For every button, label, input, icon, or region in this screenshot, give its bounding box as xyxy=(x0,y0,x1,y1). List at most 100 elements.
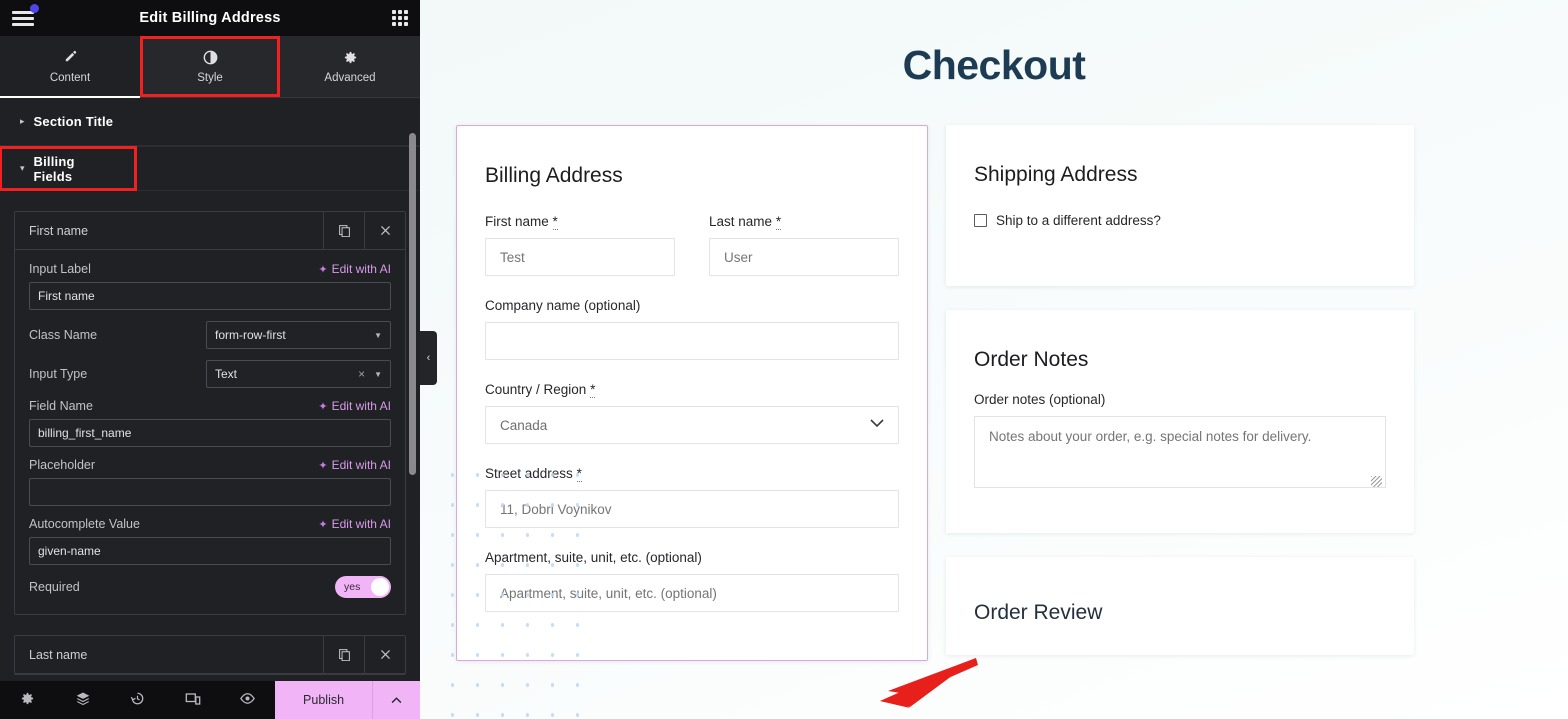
order-notes-widget[interactable]: Order Notes Order notes (optional) xyxy=(946,310,1414,533)
checkout-columns: Billing Address First name * Test Last n… xyxy=(420,125,1568,661)
page-title: Checkout xyxy=(902,42,1086,88)
chevron-right-icon: ▸ xyxy=(20,116,25,126)
tab-style[interactable]: Style xyxy=(140,36,280,97)
country-select[interactable]: Canada xyxy=(485,406,899,444)
section-title-label: Section Title xyxy=(33,114,114,129)
tab-content[interactable]: Content xyxy=(0,36,140,98)
preview-eye-icon[interactable] xyxy=(220,690,275,710)
first-name-group: First name * xyxy=(485,214,675,276)
placeholder-field[interactable] xyxy=(29,478,391,506)
required-toggle[interactable]: yes xyxy=(335,576,391,598)
panel-footer: Publish xyxy=(0,681,420,719)
publish-options-button[interactable] xyxy=(372,681,420,719)
class-name-select[interactable]: form-row-first ▼ xyxy=(206,321,391,349)
billing-address-heading: Billing Address xyxy=(485,164,623,187)
input-type-select[interactable]: Text × ▼ xyxy=(206,360,391,388)
ship-different-row[interactable]: Ship to a different address? xyxy=(974,213,1386,228)
close-icon[interactable] xyxy=(364,212,405,249)
grid-apps-icon[interactable] xyxy=(392,10,408,26)
input-label-caption: Input Label xyxy=(29,262,91,276)
shipping-address-body: Shipping Address Ship to a different add… xyxy=(946,125,1414,286)
duplicate-icon[interactable] xyxy=(323,212,364,249)
order-notes-body: Order Notes Order notes (optional) xyxy=(946,310,1414,533)
publish-label: Publish xyxy=(303,693,345,707)
shipping-address-heading: Shipping Address xyxy=(974,163,1138,186)
preview-canvas: Checkout Billing Address First name * Te… xyxy=(420,0,1568,719)
placeholder-caption: Placeholder xyxy=(29,458,96,472)
section-accordion-billing-fields[interactable]: ▾ Billing Fields xyxy=(0,146,137,191)
class-name-value: form-row-first xyxy=(215,328,286,342)
elementor-editor-screen: Edit Billing Address Content Style Advan… xyxy=(0,0,1568,719)
field-name-row: Field Name ✦ Edit with AI xyxy=(29,399,391,413)
edit-with-ai-field-name[interactable]: ✦ Edit with AI xyxy=(318,399,391,413)
duplicate-icon[interactable] xyxy=(323,636,364,673)
responsive-icon[interactable] xyxy=(165,691,220,710)
tab-style-label: Style xyxy=(197,72,223,84)
chevron-down-icon xyxy=(870,419,884,431)
order-review-widget[interactable]: Order Review xyxy=(946,557,1414,655)
sparkle-icon: ✦ xyxy=(318,459,328,472)
last-name-input[interactable] xyxy=(709,238,899,276)
field-name-field[interactable] xyxy=(29,419,391,447)
sparkle-icon: ✦ xyxy=(318,400,328,413)
gear-icon[interactable] xyxy=(0,691,55,709)
billing-fields-label: Billing Fields xyxy=(33,153,75,184)
edit-with-ai-label: Edit with AI xyxy=(331,458,391,472)
repeater-item-body: Input Label ✦ Edit with AI Class Name fo… xyxy=(15,250,405,614)
tab-advanced[interactable]: Advanced xyxy=(280,36,420,97)
chevron-down-icon: ▼ xyxy=(374,369,382,379)
autocomplete-caption: Autocomplete Value xyxy=(29,517,140,531)
panel-title: Edit Billing Address xyxy=(139,10,281,26)
order-notes-textarea[interactable] xyxy=(974,416,1386,488)
section-accordion-section-title[interactable]: ▸ Section Title xyxy=(0,98,420,146)
history-icon[interactable] xyxy=(110,691,165,709)
pencil-icon xyxy=(63,49,78,66)
country-group: Country / Region * Canada xyxy=(485,382,899,444)
layers-icon[interactable] xyxy=(55,691,110,710)
edit-with-ai-autocomplete[interactable]: ✦ Edit with AI xyxy=(318,517,391,531)
repeater-item-title: First name xyxy=(29,223,89,238)
shipping-address-widget[interactable]: Shipping Address Ship to a different add… xyxy=(946,125,1414,286)
editor-panel: Edit Billing Address Content Style Advan… xyxy=(0,0,420,719)
edit-with-ai-placeholder[interactable]: ✦ Edit with AI xyxy=(318,458,391,472)
toggle-knob xyxy=(371,578,389,596)
class-name-caption: Class Name xyxy=(29,328,98,342)
input-type-row: Input Type Text × ▼ xyxy=(29,360,391,388)
autocomplete-field[interactable] xyxy=(29,537,391,565)
first-name-input[interactable] xyxy=(485,238,675,276)
required-toggle-value: yes xyxy=(344,581,361,593)
edit-with-ai-label: Edit with AI xyxy=(331,517,391,531)
decorative-dot-pattern xyxy=(440,460,590,719)
edit-with-ai-input-label[interactable]: ✦ Edit with AI xyxy=(318,262,391,276)
required-asterisk: * xyxy=(775,214,782,230)
panel-tabs: Content Style Advanced xyxy=(0,36,420,98)
close-icon[interactable] xyxy=(364,636,405,673)
collapse-panel-handle[interactable]: ‹ xyxy=(420,331,437,385)
country-label-text: Country / Region xyxy=(485,382,587,397)
last-name-label-text: Last name xyxy=(709,214,773,229)
autocomplete-row: Autocomplete Value ✦ Edit with AI xyxy=(29,517,391,531)
annotation-arrow xyxy=(880,658,978,708)
edit-with-ai-label: Edit with AI xyxy=(331,399,391,413)
resize-handle-icon[interactable] xyxy=(1371,476,1382,487)
first-name-label-text: First name xyxy=(485,214,549,229)
order-notes-heading: Order Notes xyxy=(974,348,1089,371)
order-review-body: Order Review xyxy=(946,557,1414,655)
input-label-field[interactable] xyxy=(29,282,391,310)
chevron-left-icon: ‹ xyxy=(426,352,431,364)
ship-different-checkbox[interactable] xyxy=(974,214,987,227)
publish-button[interactable]: Publish xyxy=(275,681,373,719)
repeater-item-header[interactable]: First name xyxy=(15,212,405,250)
section-title-wrap: ▸ Section Title xyxy=(0,98,420,147)
last-name-label: Last name * xyxy=(709,214,899,230)
first-name-label: First name * xyxy=(485,214,675,230)
sparkle-icon: ✦ xyxy=(318,263,328,276)
panel-scrollbar[interactable] xyxy=(409,133,416,475)
column-side: Shipping Address Ship to a different add… xyxy=(946,125,1414,661)
repeater-item-title: Last name xyxy=(29,647,88,662)
tab-content-label: Content xyxy=(49,72,91,84)
input-type-caption: Input Type xyxy=(29,367,88,381)
repeater-item-header[interactable]: Last name xyxy=(15,636,405,674)
company-input[interactable] xyxy=(485,322,899,360)
clear-selection-icon[interactable]: × xyxy=(358,367,365,381)
